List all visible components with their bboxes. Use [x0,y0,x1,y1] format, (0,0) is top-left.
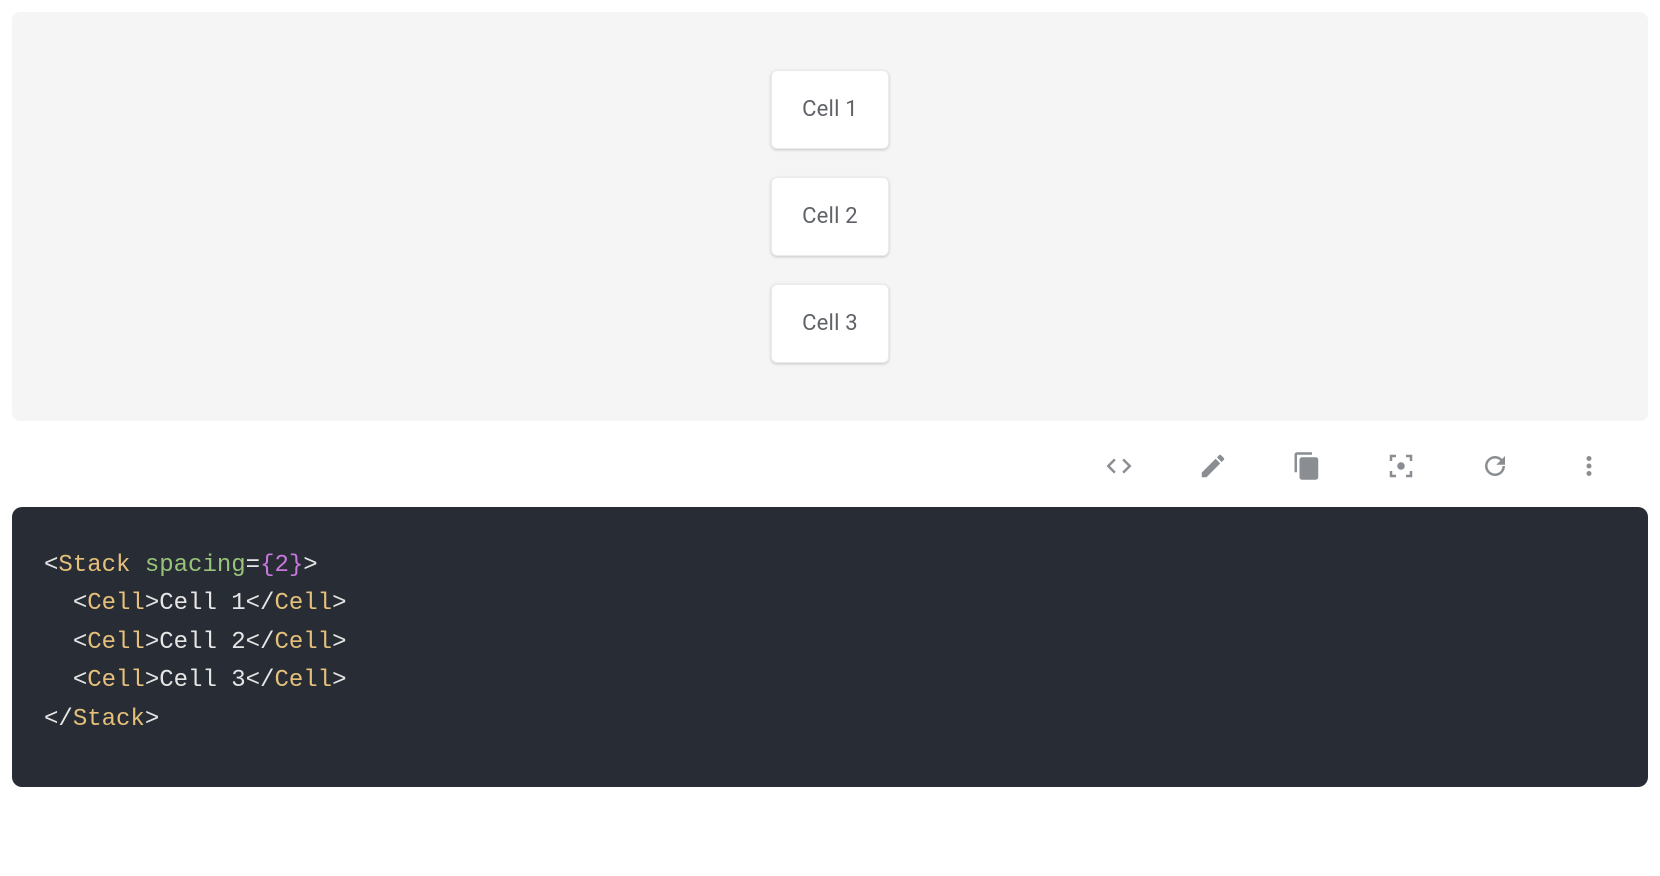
tag-stack-close: Stack [73,706,145,733]
stack-preview: Cell 1 Cell 2 Cell 3 [771,70,889,363]
tag-cell-2-close: Cell [274,629,332,656]
preview-cell-1: Cell 1 [771,70,889,149]
tag-cell-2-open: Cell [87,629,145,656]
cell-text-1: Cell 1 [159,590,245,617]
angle-open: < [44,552,58,579]
refresh-icon [1480,451,1510,481]
refresh-button[interactable] [1476,447,1514,485]
preview-cell-2: Cell 2 [771,177,889,256]
scan-button[interactable] [1382,447,1420,485]
spacing-value: 2 [274,552,288,579]
code-panel: <Stack spacing={2}> <Cell>Cell 1</Cell> … [12,507,1648,787]
preview-cell-3: Cell 3 [771,284,889,363]
more-button[interactable] [1570,447,1608,485]
fullscreen-scan-icon [1386,451,1416,481]
show-code-button[interactable] [1100,447,1138,485]
tag-cell-3-open: Cell [87,667,145,694]
pencil-icon [1198,451,1228,481]
more-vert-icon [1574,451,1604,481]
cell-text-2: Cell 2 [159,629,245,656]
attr-spacing: spacing [145,552,246,579]
copy-icon [1292,451,1322,481]
tag-stack-open: Stack [58,552,130,579]
cell-text-3: Cell 3 [159,667,245,694]
tag-cell-3-close: Cell [274,667,332,694]
copy-button[interactable] [1288,447,1326,485]
preview-panel: Cell 1 Cell 2 Cell 3 [12,12,1648,421]
tag-cell-1-open: Cell [87,590,145,617]
tag-cell-1-close: Cell [274,590,332,617]
code-toolbar [12,421,1648,507]
code-icon [1104,451,1134,481]
edit-button[interactable] [1194,447,1232,485]
